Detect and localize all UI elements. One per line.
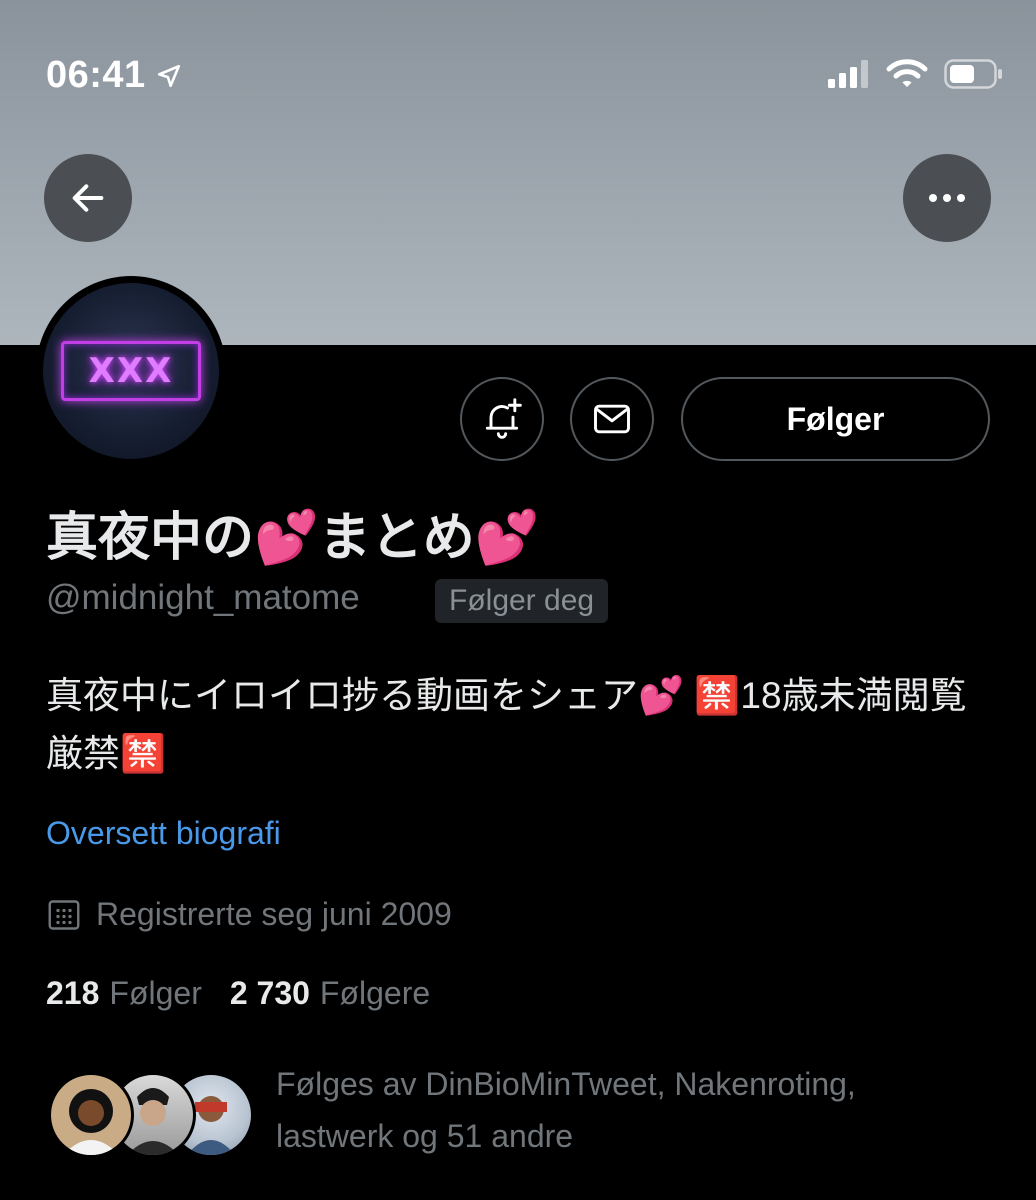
profile-avatar[interactable]: XXX [36, 276, 226, 466]
following-label: Følger [109, 975, 202, 1011]
followed-by-text[interactable]: Følges av DinBioMinTweet, Nakenroting, l… [276, 1058, 976, 1162]
translate-bio-link[interactable]: Oversett biografi [46, 815, 281, 852]
calendar-icon [48, 899, 80, 930]
followed-by-avatars[interactable] [48, 1072, 254, 1158]
avatar-image: XXX [43, 283, 219, 459]
neon-sign: XXX [61, 341, 201, 401]
status-bar-indicators [828, 58, 1004, 90]
more-options-button[interactable] [903, 154, 991, 242]
display-name: 真夜中の💕まとめ💕 [46, 509, 540, 567]
following-button[interactable]: Følger [681, 377, 990, 461]
location-arrow-icon [157, 64, 180, 87]
profile-bio: 真夜中にイロイロ捗る動画をシェア💕 🈲18歳未満閲覧厳禁🈲 [46, 675, 967, 774]
follower-avatar [48, 1072, 134, 1158]
follow-stats: 218 Følger 2 730 Følgere [46, 975, 430, 1012]
avatar-text: XXX [88, 351, 174, 391]
more-icon [929, 194, 965, 202]
username-handle: @midnight_matome [46, 578, 360, 617]
notifications-button[interactable] [460, 377, 544, 461]
followers-label: Følgere [319, 975, 431, 1011]
join-date: Registrerte seg juni 2009 [46, 896, 452, 933]
followers-count: 2 730 [229, 975, 310, 1011]
signal-icon [828, 60, 868, 88]
back-arrow-icon [72, 184, 104, 212]
wifi-icon [886, 59, 928, 87]
following-count: 218 [46, 975, 100, 1011]
back-button[interactable] [44, 154, 132, 242]
followers-stat[interactable]: 2 730 Følgere [230, 975, 430, 1012]
following-stat[interactable]: 218 Følger [46, 975, 202, 1012]
status-bar-time: 06:41 [46, 54, 182, 97]
bell-plus-icon [485, 398, 522, 439]
message-button[interactable] [570, 377, 654, 461]
follows-you-badge: Følger deg [435, 579, 609, 623]
battery-icon [944, 59, 1002, 89]
join-date-text: Registrerte seg juni 2009 [96, 896, 452, 932]
mail-icon [594, 404, 630, 434]
